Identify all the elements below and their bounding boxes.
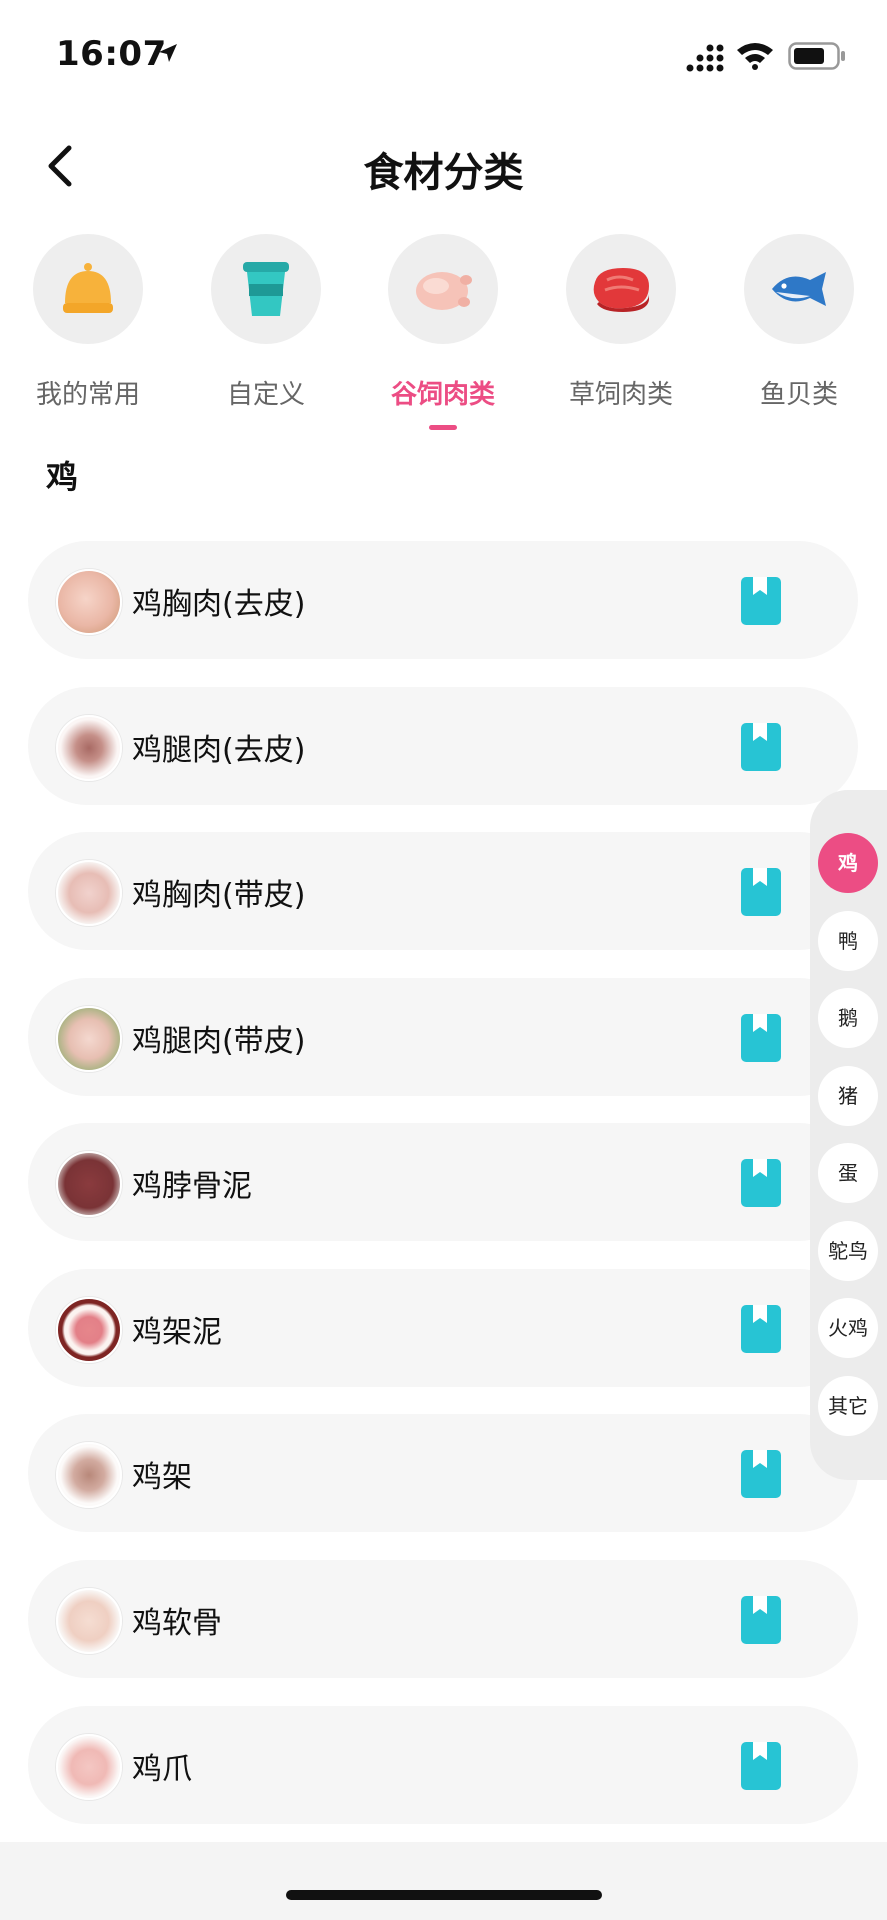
index-item[interactable]: 猪 [818,1066,878,1126]
ingredient-thumbnail [56,715,122,781]
ingredient-thumbnail [56,860,122,926]
category-grain-fed-meat[interactable]: 谷饲肉类 [378,234,508,430]
ingredient-thumbnail [56,1151,122,1217]
ingredient-name: 鸡架 [132,1460,192,1495]
list-item[interactable]: 鸡爪 [28,1706,858,1824]
ingredient-name: 鸡软骨 [132,1606,222,1641]
ingredient-name: 鸡爪 [132,1752,192,1787]
list-item[interactable]: 鸡软骨 [28,1560,858,1678]
book-icon[interactable] [741,1305,781,1353]
list-item[interactable]: 鸡腿肉(去皮) [28,687,858,805]
ingredient-name: 鸡脖骨泥 [132,1169,252,1204]
book-icon[interactable] [741,1596,781,1644]
signal-icon [686,44,724,72]
index-item[interactable]: 鹅 [818,988,878,1048]
ingredient-name: 鸡胸肉(带皮) [132,878,306,913]
status-bar: 16:07 [0,0,887,110]
section-heading: 鸡 [46,458,79,496]
category-label: 鱼贝类 [759,380,838,410]
list-item[interactable]: 鸡脖骨泥 [28,1123,858,1241]
list-item[interactable]: 鸡架 [28,1414,858,1532]
ingredient-thumbnail [56,569,122,635]
active-tab-indicator [429,425,457,430]
list-item[interactable]: 鸡腿肉(带皮) [28,978,858,1096]
category-custom[interactable]: 自定义 [201,234,331,411]
page-title: 食材分类 [363,150,524,196]
book-icon[interactable] [741,1159,781,1207]
index-item[interactable]: 鸵鸟 [818,1221,878,1281]
category-label: 我的常用 [35,380,140,410]
status-time: 16:07 [56,34,167,74]
ingredient-thumbnail [56,1734,122,1800]
category-fish-shellfish[interactable]: 鱼贝类 [734,234,864,411]
ingredient-thumbnail [56,1297,122,1363]
ingredient-name: 鸡架泥 [132,1315,222,1350]
ingredient-name: 鸡胸肉(去皮) [132,587,306,622]
category-label: 草饲肉类 [568,380,673,410]
steak-icon [593,268,649,312]
book-icon[interactable] [741,723,781,771]
list-item[interactable]: 鸡胸肉(去皮) [28,541,858,659]
bottom-safe-area [0,1842,887,1920]
battery-icon [788,42,845,70]
book-icon[interactable] [741,577,781,625]
book-icon[interactable] [741,1742,781,1790]
bell-icon [63,263,113,313]
cup-icon [243,262,289,316]
wifi-icon [737,43,773,70]
category-label: 自定义 [226,380,305,410]
ingredient-name: 鸡腿肉(去皮) [132,733,306,768]
index-item[interactable]: 蛋 [818,1143,878,1203]
list-item[interactable]: 鸡架泥 [28,1269,858,1387]
book-icon[interactable] [741,1014,781,1062]
alphabet-index-bar[interactable]: 鸡 鸭 鹅 猪 蛋 鸵鸟 火鸡 其它 [810,790,887,1480]
chicken-icon [416,272,472,310]
book-icon[interactable] [741,1450,781,1498]
book-icon[interactable] [741,868,781,916]
category-grass-fed-meat[interactable]: 草饲肉类 [556,234,686,411]
index-item[interactable]: 火鸡 [818,1298,878,1358]
index-item[interactable]: 其它 [818,1376,878,1436]
category-my-favorites[interactable]: 我的常用 [23,234,153,411]
category-label: 谷饲肉类 [390,380,495,410]
ingredient-thumbnail [56,1006,122,1072]
ingredient-name: 鸡腿肉(带皮) [132,1024,306,1059]
ingredient-thumbnail [56,1442,122,1508]
index-item[interactable]: 鸡 [818,833,878,893]
list-item[interactable]: 鸡胸肉(带皮) [28,832,858,950]
ingredient-thumbnail [56,1588,122,1654]
home-indicator[interactable] [286,1890,602,1900]
fish-icon [772,272,826,306]
location-arrow-icon [159,44,177,62]
index-item[interactable]: 鸭 [818,911,878,971]
